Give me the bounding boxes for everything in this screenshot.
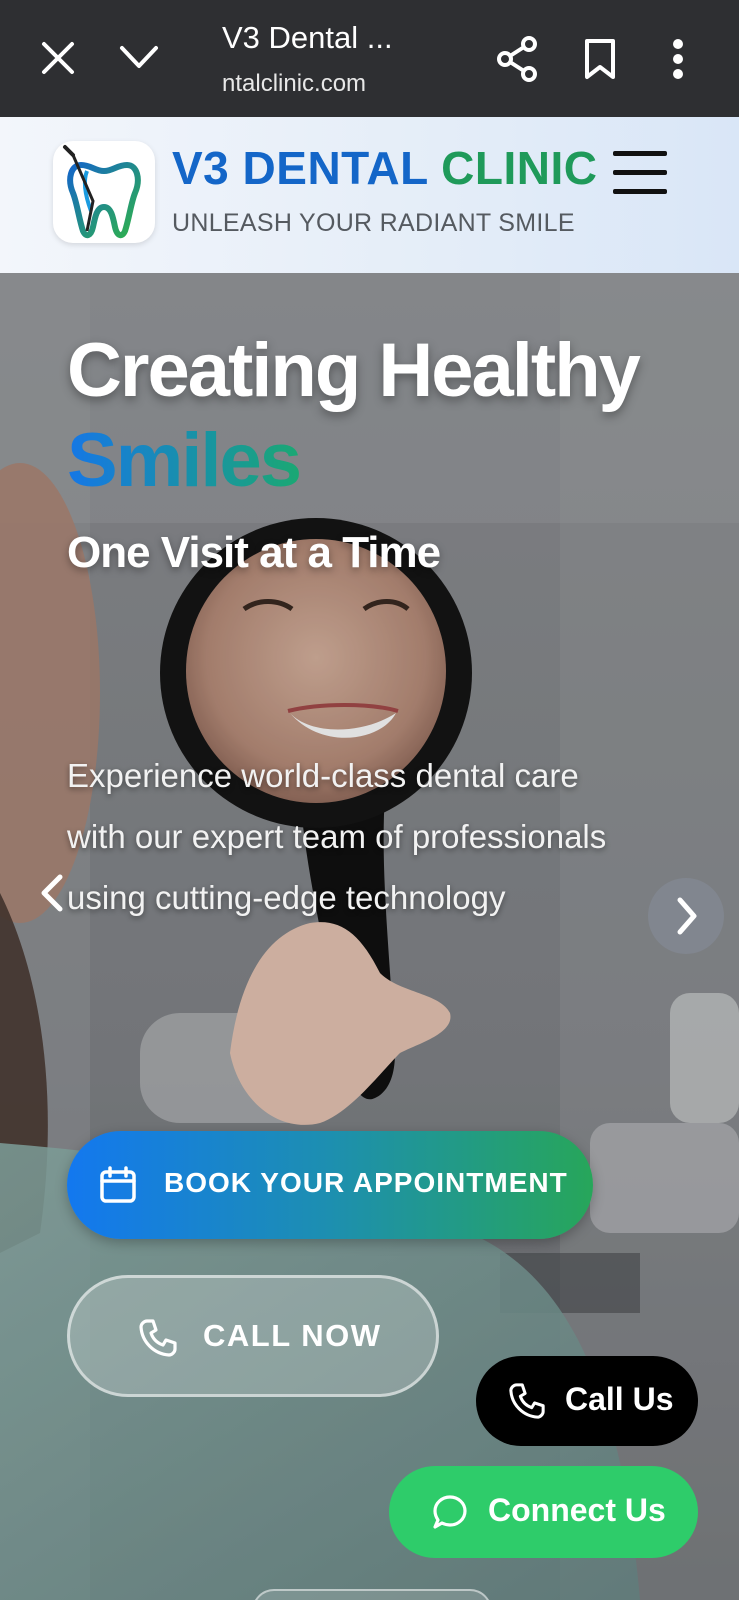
call-now-label: CALL NOW bbox=[203, 1318, 382, 1353]
book-appointment-button[interactable]: BOOK YOUR APPOINTMENT bbox=[67, 1131, 593, 1239]
calendar-icon bbox=[100, 1166, 136, 1203]
page-title: V3 Dental ... bbox=[222, 20, 393, 55]
clinic-name-secondary: CLINIC bbox=[441, 142, 598, 194]
close-icon[interactable] bbox=[38, 38, 78, 78]
hamburger-icon[interactable] bbox=[613, 151, 667, 195]
hero-subtitle: One Visit at a Time bbox=[67, 528, 441, 577]
carousel-next-button[interactable] bbox=[648, 878, 724, 954]
clinic-name[interactable]: V3 DENTAL CLINIC bbox=[172, 141, 597, 195]
chevron-left-icon bbox=[41, 874, 63, 912]
share-icon[interactable] bbox=[496, 36, 538, 82]
partial-button[interactable] bbox=[252, 1589, 492, 1600]
clinic-name-primary: V3 DENTAL bbox=[172, 142, 428, 194]
phone-icon bbox=[509, 1383, 545, 1419]
connect-us-floating-button[interactable]: Connect Us bbox=[389, 1466, 698, 1558]
chevron-down-icon[interactable] bbox=[118, 42, 160, 72]
clinic-logo[interactable] bbox=[53, 141, 155, 243]
carousel-prev-button[interactable] bbox=[30, 863, 74, 923]
call-us-label: Call Us bbox=[565, 1381, 674, 1417]
hero-section: Creating Healthy Smiles One Visit at a T… bbox=[0, 273, 739, 1600]
url-text[interactable]: ntalclinic.com bbox=[222, 70, 366, 98]
chevron-right-icon bbox=[677, 897, 697, 935]
bookmark-icon[interactable] bbox=[583, 38, 617, 80]
hero-title: Creating Healthy bbox=[67, 328, 641, 413]
more-vert-icon[interactable] bbox=[672, 38, 684, 80]
browser-toolbar: V3 Dental ... ntalclinic.com bbox=[0, 0, 739, 117]
call-us-floating-button[interactable]: Call Us bbox=[476, 1356, 698, 1446]
chat-bubble-icon bbox=[433, 1495, 467, 1529]
call-now-button[interactable]: CALL NOW bbox=[67, 1275, 439, 1397]
site-header: V3 DENTAL CLINIC UNLEASH YOUR RADIANT SM… bbox=[0, 117, 739, 273]
hero-description: Experience world-class dental care with … bbox=[67, 757, 607, 916]
phone-icon bbox=[139, 1319, 177, 1357]
tooth-logo-icon bbox=[63, 145, 141, 239]
connect-us-label: Connect Us bbox=[488, 1492, 666, 1528]
hero-title-accent: Smiles bbox=[67, 418, 302, 503]
clinic-tagline: UNLEASH YOUR RADIANT SMILE bbox=[172, 209, 575, 237]
book-appointment-label: BOOK YOUR APPOINTMENT bbox=[164, 1167, 568, 1198]
